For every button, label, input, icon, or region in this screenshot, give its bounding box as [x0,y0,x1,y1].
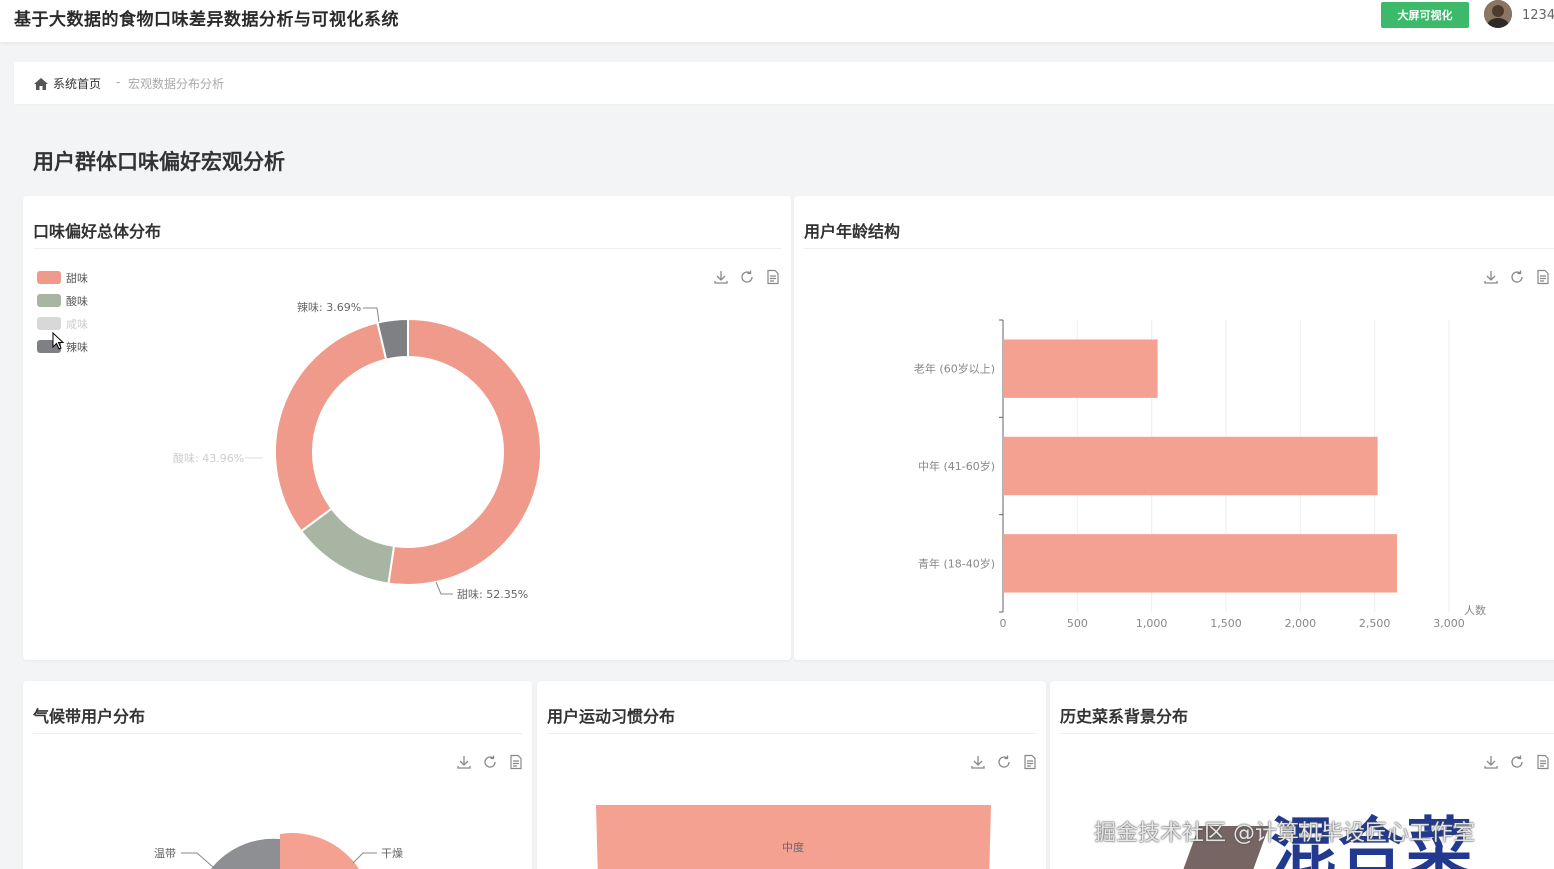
funnel-segment-moderate [596,805,991,869]
username[interactable]: 1234 [1522,8,1554,23]
donut-slice-sweet [387,317,542,586]
climate-pie-chart: 温带 干燥 [154,833,403,869]
download-icon[interactable] [1482,753,1500,771]
exercise-card: 用户运动习惯分布 中度 [537,681,1046,869]
download-icon[interactable] [712,268,730,286]
x-tick-label: 500 [1067,617,1088,630]
age-card: 用户年龄结构 老年 (60岁以上) 中年 (41-60岁) 青年 (18-40岁) … [794,196,1554,660]
breadcrumb-home[interactable]: 系统首页 [34,75,101,92]
legend-label: 辣味 [66,340,88,354]
spicy-label-line [363,307,380,323]
breadcrumb: 系统首页 - 宏观数据分布分析 [14,62,1554,104]
x-tick-label: 1,000 [1136,617,1168,630]
x-tick-label: 2,000 [1285,617,1317,630]
watermark: 掘金技术社区 @计算机毕设匠心工作室 [1094,821,1475,846]
x-axis-label: 人数 [1464,604,1486,617]
bar [1003,436,1378,496]
spicy-slice-label: 辣味: 3.69% [297,300,361,314]
chart-toolbox [1482,753,1552,771]
page-title: 用户群体口味偏好宏观分析 [33,150,285,174]
label-line [181,852,214,868]
funnel-label-moderate: 中度 [782,840,804,854]
taste-donut-chart: 辣味: 3.69% 甜味: 52.35% 酸味: 43.96% [173,300,542,601]
legend-item-sweet[interactable]: 甜味 [37,266,88,289]
bar [1003,339,1158,398]
x-tick-label: 3,000 [1433,617,1465,630]
bar [1003,534,1397,593]
top-bar: 基于大数据的食物口味差异数据分析与可视化系统 大屏可视化 1234 [0,0,1554,42]
x-tick-label: 2,500 [1359,617,1391,630]
sweet-slice-label: 甜味: 52.35% [457,588,528,601]
taste-card: 口味偏好总体分布 甜味 酸味 咸味 辣味 辣味: 3.69% 甜味: 52.35… [23,196,791,660]
donut-slice-spicy [376,317,409,361]
data-view-icon[interactable] [764,268,782,286]
card-divider [1060,733,1554,734]
refresh-icon[interactable] [1508,753,1526,771]
x-tick-label: 1,500 [1210,617,1242,630]
label-line [352,852,377,864]
sweet-label-line [435,581,453,595]
exercise-funnel-chart: 中度 [596,805,991,869]
age-bar-chart: 老年 (60岁以上) 中年 (41-60岁) 青年 (18-40岁) 0 500 1,0… [914,319,1486,630]
app-title: 基于大数据的食物口味差异数据分析与可视化系统 [14,10,399,30]
refresh-icon[interactable] [738,268,756,286]
y-category-label: 中年 (41-60岁) [918,459,995,473]
x-tick-label: 0 [1000,617,1007,630]
card-divider [33,248,781,249]
legend-label: 甜味 [66,271,88,285]
breadcrumb-home-label: 系统首页 [53,77,102,91]
climate-card: 气候带用户分布 温带 干燥 [23,681,532,869]
y-category-label: 老年 (60岁以上) [914,362,995,376]
mouse-cursor-icon [52,332,65,350]
legend-label: 酸味 [66,294,88,308]
bigscreen-button[interactable]: 大屏可视化 [1381,2,1469,28]
cuisine-card-title: 历史菜系背景分布 [1060,707,1189,726]
sour-slice-label: 酸味: 43.96% [173,451,244,465]
climate-label-left: 温带 [154,847,176,860]
climate-label-right: 干燥 [381,847,403,860]
donut-slice-sour [299,507,396,585]
legend-item-sour[interactable]: 酸味 [37,289,88,312]
legend-swatch [37,271,61,284]
home-icon [34,77,48,90]
pie-slice-temperate [210,838,280,869]
chart-toolbox [712,268,782,286]
legend-swatch [37,294,61,307]
data-view-icon[interactable] [1534,753,1552,771]
taste-card-title: 口味偏好总体分布 [33,222,162,241]
avatar[interactable] [1484,0,1512,28]
breadcrumb-current: 宏观数据分布分析 [128,77,225,91]
legend-swatch [37,317,61,330]
pie-slice-dry [280,833,359,869]
legend-label: 咸味 [66,317,88,331]
y-category-label: 青年 (18-40岁) [918,556,995,570]
breadcrumb-separator: - [116,75,121,89]
donut-slice-sour-salmon [274,321,388,533]
